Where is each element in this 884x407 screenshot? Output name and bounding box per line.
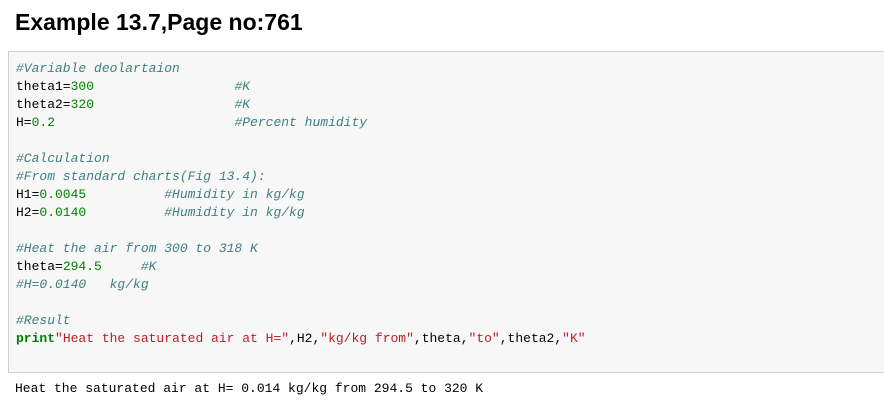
code-line: #From standard charts(Fig 13.4):	[16, 168, 586, 186]
code-comment: #Humidity in kg/kg	[164, 187, 305, 202]
code-string: "K"	[562, 331, 586, 346]
code-text: theta=	[16, 259, 63, 274]
code-line: H1=0.0045 #Humidity in kg/kg	[16, 186, 586, 204]
code-text: theta1=	[16, 79, 71, 94]
code-comment: #K	[140, 259, 157, 274]
code-line: print"Heat the saturated air at H=",H2,"…	[16, 330, 586, 348]
code-number: 0.0045	[39, 187, 87, 202]
code-number: 0.0140	[39, 205, 87, 220]
code-number: 294.5	[62, 259, 102, 274]
code-line: #Variable deolartaion	[16, 60, 586, 78]
code-text: ,H2,	[289, 331, 321, 346]
code-comment: #Percent humidity	[234, 115, 368, 130]
code-line: #Calculation	[16, 150, 586, 168]
code-text: H1=	[16, 187, 40, 202]
code-line: theta2=320 #K	[16, 96, 586, 114]
code-text: theta2=	[16, 97, 71, 112]
code-comment: #From standard charts(Fig 13.4):	[16, 169, 266, 184]
code-comment: #Calculation	[16, 151, 110, 166]
code-cell[interactable]: #Variable deolartaion theta1=300 #K theta2…	[8, 51, 884, 373]
code-line: #Result	[16, 312, 586, 330]
code-comment: #Variable deolartaion	[16, 61, 180, 76]
page-title: Example 13.7,Page no:761	[15, 9, 303, 35]
code-text: H=	[16, 115, 32, 130]
code-string: "kg/kg from"	[320, 331, 414, 346]
code-number: 300	[70, 79, 95, 94]
code-text: ,theta,	[413, 331, 469, 346]
code-line: theta1=300 #K	[16, 78, 586, 96]
code-number: 0.2	[31, 115, 56, 130]
code-comment: #Humidity in kg/kg	[164, 205, 305, 220]
code-text: H2=	[16, 205, 40, 220]
code-editor[interactable]: #Variable deolartaion theta1=300 #K theta2…	[16, 60, 586, 348]
code-line: theta=294.5 #K	[16, 258, 586, 276]
code-line: H2=0.0140 #Humidity in kg/kg	[16, 204, 586, 222]
code-line: #Heat the air from 300 to 318 K	[16, 240, 586, 258]
code-comment: #K	[234, 97, 251, 112]
code-line: #H=0.0140 kg/kg	[16, 276, 586, 294]
code-comment: #K	[234, 79, 251, 94]
code-string: "to"	[468, 331, 500, 346]
cell-output: Heat the saturated air at H= 0.014 kg/kg…	[15, 381, 484, 396]
code-keyword: print	[16, 331, 56, 346]
code-line: H=0.2 #Percent humidity	[16, 114, 586, 132]
code-number: 320	[70, 97, 95, 112]
code-comment: #H=0.0140 kg/kg	[16, 277, 149, 292]
code-text: ,theta2,	[499, 331, 563, 346]
code-string: "Heat the saturated air at H="	[55, 331, 290, 346]
code-comment: #Result	[16, 313, 71, 328]
code-comment: #Heat the air from 300 to 318 K	[16, 241, 258, 256]
